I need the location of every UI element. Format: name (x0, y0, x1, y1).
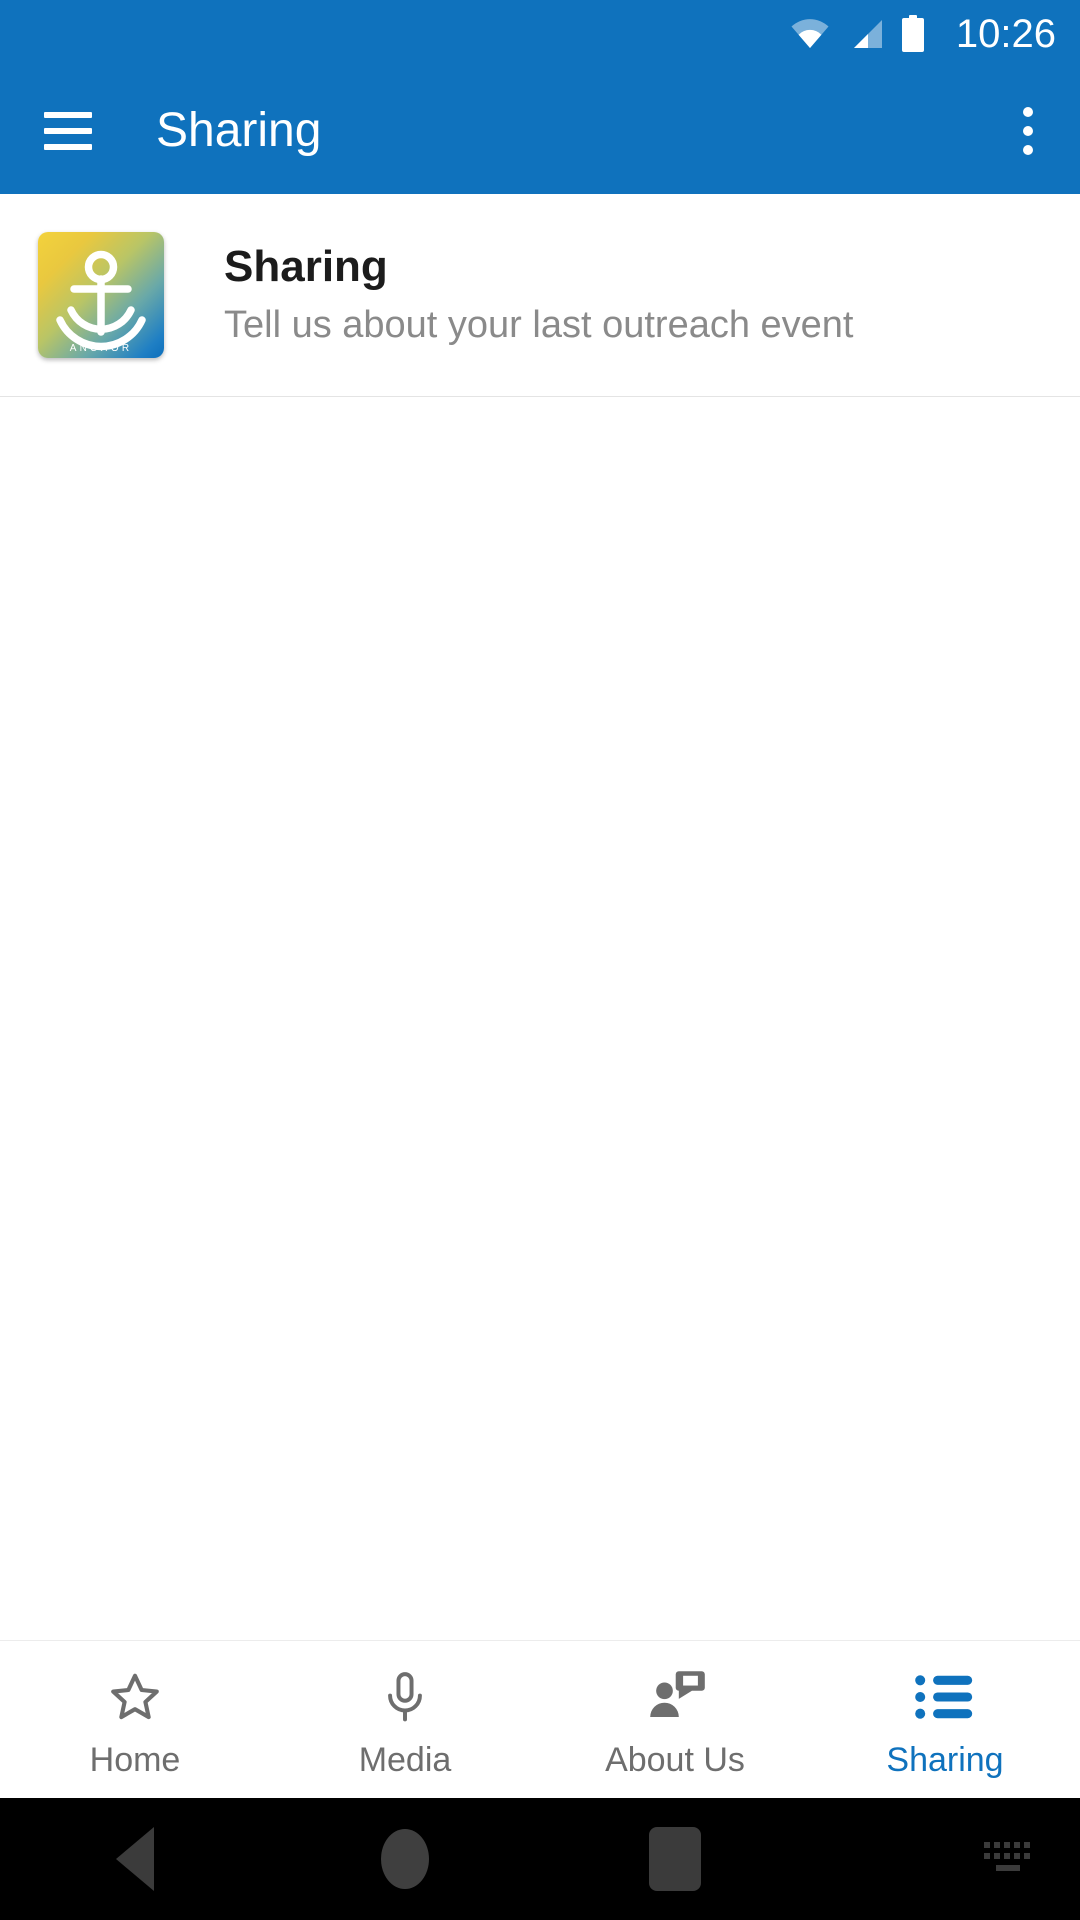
status-bar-clock: 10:26 (955, 12, 1056, 56)
square-recents-icon (649, 1827, 701, 1891)
system-navigation-bar (0, 1798, 1080, 1920)
triangle-back-icon (116, 1827, 154, 1891)
list-item-subtitle: Tell us about your last outreach event (224, 304, 854, 346)
tab-sharing[interactable]: Sharing (810, 1641, 1080, 1798)
tab-media-label: Media (358, 1740, 452, 1779)
person-speech-bubble-icon (644, 1666, 706, 1728)
status-bar-icons: 10:26 (790, 14, 1056, 54)
bulleted-list-icon (914, 1666, 976, 1728)
hamburger-menu-icon[interactable] (44, 112, 92, 150)
keyboard-icon[interactable] (982, 1838, 1034, 1880)
tab-sharing-label: Sharing (886, 1740, 1004, 1779)
tab-home[interactable]: Home (0, 1641, 270, 1798)
star-outline-icon (105, 1666, 165, 1728)
home-button[interactable] (270, 1829, 540, 1889)
phone-screen: 10:26 Sharing ANCHOR Sharing Tell us abo… (0, 0, 1080, 1920)
battery-icon (901, 15, 924, 52)
tab-about-us[interactable]: About Us (540, 1641, 810, 1798)
list-item[interactable]: ANCHOR Sharing Tell us about your last o… (0, 194, 1080, 397)
content-area: ANCHOR Sharing Tell us about your last o… (0, 194, 1080, 1640)
empty-content-region (0, 397, 1080, 1640)
circle-home-icon (381, 1829, 429, 1889)
tab-home-label: Home (89, 1740, 181, 1779)
list-item-text: Sharing Tell us about your last outreach… (224, 242, 854, 348)
back-button[interactable] (0, 1827, 270, 1891)
anchor-logo-caption: ANCHOR (70, 343, 133, 354)
status-bar: 10:26 (0, 0, 1080, 68)
tab-media[interactable]: Media (270, 1641, 540, 1798)
more-vertical-icon[interactable] (1006, 107, 1050, 155)
anchor-logo-icon: ANCHOR (38, 232, 164, 358)
tab-about-us-label: About Us (605, 1740, 745, 1779)
app-bar: Sharing (0, 68, 1080, 194)
page-title: Sharing (156, 104, 322, 157)
cellular-signal-icon (853, 20, 882, 48)
bottom-tab-bar: Home Media About Us Sharing (0, 1640, 1080, 1798)
recents-button[interactable] (540, 1827, 810, 1891)
list-item-title: Sharing (224, 242, 388, 291)
microphone-icon (377, 1666, 433, 1728)
wifi-icon (791, 19, 829, 48)
